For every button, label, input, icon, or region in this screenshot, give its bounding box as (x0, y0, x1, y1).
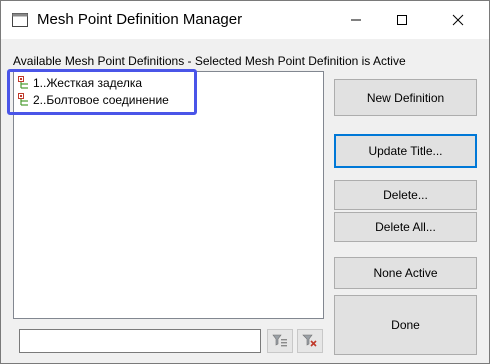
clear-filter-button[interactable] (297, 329, 323, 353)
maximize-icon (397, 15, 407, 25)
new-definition-button[interactable]: New Definition (334, 79, 477, 116)
window-title: Mesh Point Definition Manager (37, 11, 243, 28)
done-button[interactable]: Done (334, 295, 477, 355)
filter-input[interactable] (19, 329, 261, 353)
close-icon (452, 14, 464, 26)
minimize-button[interactable] (333, 1, 379, 39)
clear-filter-icon (302, 334, 317, 347)
delete-all-button[interactable]: Delete All... (334, 212, 477, 242)
filter-icon (272, 334, 287, 347)
list-label: Available Mesh Point Definitions - Selec… (13, 54, 406, 68)
title-bar[interactable]: Mesh Point Definition Manager (1, 1, 489, 39)
update-title-button[interactable]: Update Title... (334, 134, 477, 168)
minimize-icon (351, 19, 361, 21)
delete-button[interactable]: Delete... (334, 180, 477, 210)
app-icon (12, 13, 28, 27)
dialog-window: Mesh Point Definition Manager Available … (0, 0, 490, 364)
close-button[interactable] (435, 1, 481, 39)
maximize-button[interactable] (379, 1, 425, 39)
annotation-highlight-box (7, 69, 197, 115)
none-active-button[interactable]: None Active (334, 257, 477, 289)
filter-button[interactable] (267, 329, 293, 353)
